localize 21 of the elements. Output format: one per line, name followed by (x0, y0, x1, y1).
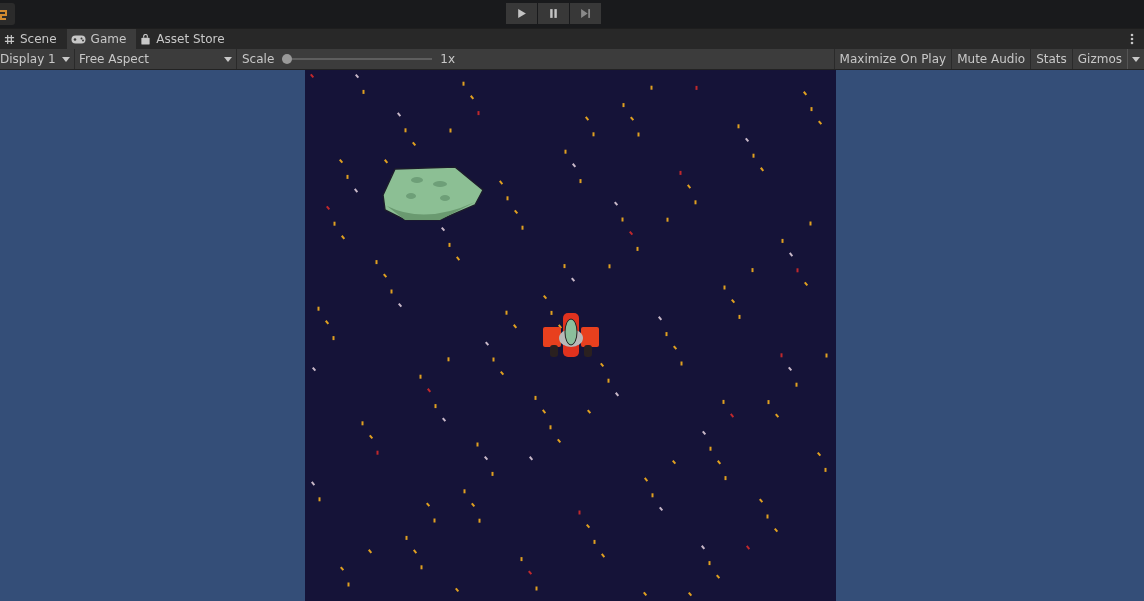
play-icon (516, 8, 527, 19)
pause-icon (548, 8, 559, 19)
scale-label: Scale (242, 52, 275, 66)
step-icon (580, 8, 591, 19)
tab[interactable]: Game (66, 29, 137, 49)
tab[interactable]: Scene (0, 29, 67, 49)
caret-icon (62, 56, 70, 62)
step-button[interactable] (570, 3, 601, 24)
grid-icon (4, 33, 15, 45)
display-dropdown[interactable]: Display 1 (0, 49, 75, 69)
play-button[interactable] (506, 3, 537, 24)
caret-icon (224, 56, 232, 62)
caret-icon (1132, 56, 1140, 62)
logo-icon[interactable] (0, 3, 15, 25)
shopping-bag-icon (140, 33, 152, 45)
tab[interactable]: Asset Store (136, 29, 235, 49)
spaceship-drawing (543, 313, 599, 357)
menu-icon[interactable] (1130, 33, 1134, 45)
gamepad-icon (70, 33, 86, 45)
pause-button[interactable] (538, 3, 569, 24)
scale-reading: 1x (440, 52, 456, 66)
